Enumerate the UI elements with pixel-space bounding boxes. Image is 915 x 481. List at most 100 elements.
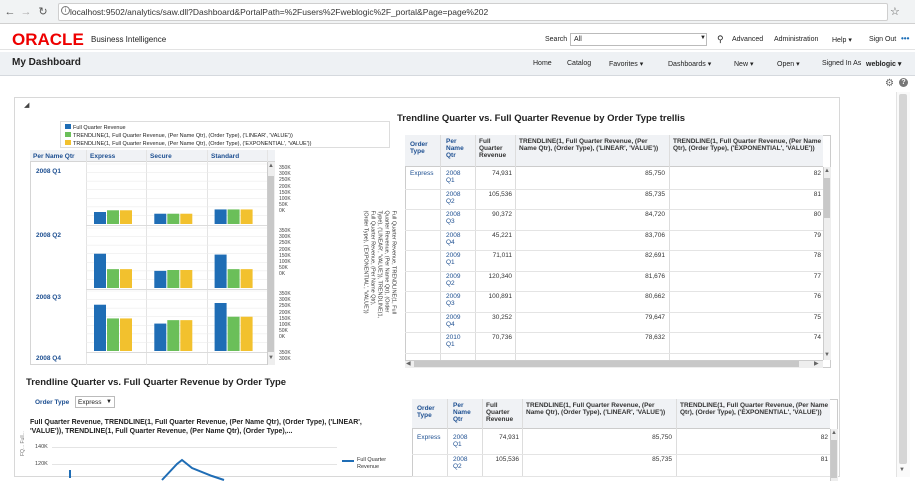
catalog-link[interactable]: Catalog xyxy=(567,60,591,67)
table2-header-qtr[interactable]: Per Name Qtr xyxy=(453,402,481,423)
dashboards-menu[interactable]: Dashboards ▾ xyxy=(668,60,711,68)
trellis-scroll-thumb[interactable] xyxy=(268,176,274,352)
back-icon[interactable]: ← xyxy=(4,5,16,19)
revenue-cell: 120,340 xyxy=(488,272,513,280)
administration-link[interactable]: Administration xyxy=(774,36,818,43)
favorites-menu[interactable]: Favorites ▾ xyxy=(609,60,643,68)
table2-header-order-type[interactable]: Order Type xyxy=(417,405,445,419)
bar[interactable] xyxy=(107,269,119,288)
star-icon[interactable]: ☆ xyxy=(890,5,900,18)
table1-vscroll-thumb[interactable] xyxy=(824,178,830,218)
search-icon[interactable]: ⚲ xyxy=(717,34,724,45)
table1-header-revenue[interactable]: Full Quarter Revenue xyxy=(479,138,514,159)
bar[interactable] xyxy=(180,270,193,288)
bar[interactable] xyxy=(240,209,253,224)
table2-header-revenue[interactable]: Full Quarter Revenue xyxy=(486,402,521,423)
bar[interactable] xyxy=(214,303,227,351)
linechart-section-title: Trendline Quarter vs. Full Quarter Reven… xyxy=(26,377,287,388)
bar[interactable] xyxy=(154,323,167,351)
bar[interactable] xyxy=(227,269,240,288)
help-icon[interactable]: ? xyxy=(899,78,908,87)
row-divider xyxy=(405,250,823,251)
bar[interactable] xyxy=(227,209,240,224)
advanced-link[interactable]: Advanced xyxy=(732,36,763,43)
bar[interactable] xyxy=(214,209,227,224)
collapse-arrow-icon[interactable]: ◢ xyxy=(24,101,29,109)
bar[interactable] xyxy=(107,318,119,351)
y-tick: 140K xyxy=(35,444,48,450)
bar[interactable] xyxy=(180,320,193,351)
bar[interactable] xyxy=(240,269,253,288)
exponential-cell: 78 xyxy=(813,252,821,259)
bar[interactable] xyxy=(120,210,132,224)
bar[interactable] xyxy=(214,254,227,288)
linear-cell: 83,706 xyxy=(645,231,665,239)
forward-icon[interactable]: → xyxy=(20,5,32,19)
info-icon[interactable]: i xyxy=(61,6,70,15)
col-divider xyxy=(669,135,670,360)
scroll-down-icon[interactable]: ▼ xyxy=(268,355,274,361)
legend-swatch xyxy=(342,460,354,462)
more-icon[interactable]: ••• xyxy=(901,34,909,43)
home-link[interactable]: Home xyxy=(533,60,552,67)
scroll-right-icon[interactable]: ▶ xyxy=(814,360,819,367)
row-divider xyxy=(405,188,823,190)
bar[interactable] xyxy=(227,316,240,351)
bar[interactable] xyxy=(120,269,132,288)
table1-header-exponential[interactable]: TRENDLINE(1, Full Quarter Revenue, (Per … xyxy=(673,138,823,164)
new-menu[interactable]: New ▾ xyxy=(734,60,753,68)
gear-icon[interactable]: ⚙ xyxy=(885,78,894,89)
sign-out-link[interactable]: Sign Out xyxy=(869,36,896,43)
table1-order-type-cell: Express xyxy=(410,170,434,177)
table1-header-linear[interactable]: TRENDLINE(1, Full Quarter Revenue, (Per … xyxy=(519,138,667,152)
search-scope-chevron-icon[interactable]: ▼ xyxy=(700,35,706,41)
bar[interactable] xyxy=(180,213,193,224)
axis-ticks-row4: 350K300K250K200K150K100K50K0K xyxy=(279,350,295,362)
row-divider xyxy=(405,311,823,313)
help-menu[interactable]: Help ▾ xyxy=(832,36,852,44)
linechart-plot xyxy=(69,458,225,481)
table1-header-qtr[interactable]: Per Name Qtr xyxy=(446,138,474,159)
table2-header-exponential[interactable]: TRENDLINE(1, Full Quarter Revenue, (Per … xyxy=(680,402,830,428)
y-axis-title: FQ... Full... xyxy=(20,431,26,456)
row-divider xyxy=(405,332,823,333)
revenue-cell: 74,931 xyxy=(499,434,519,441)
open-menu[interactable]: Open ▾ xyxy=(777,60,800,68)
bar[interactable] xyxy=(240,316,253,351)
y-tick: 120K xyxy=(35,461,48,467)
user-menu[interactable]: weblogic ▾ xyxy=(866,60,901,68)
scroll-up-icon[interactable]: ▲ xyxy=(268,163,274,169)
chevron-down-icon[interactable]: ▼ xyxy=(106,399,112,405)
bar[interactable] xyxy=(120,318,132,351)
scroll-up-icon[interactable]: ▲ xyxy=(824,168,830,174)
scroll-left-icon[interactable]: ◀ xyxy=(406,360,411,367)
page-scroll-thumb[interactable] xyxy=(899,94,907,464)
bar[interactable] xyxy=(94,304,106,351)
table2-header-linear[interactable]: TRENDLINE(1, Full Quarter Revenue, (Per … xyxy=(526,402,674,416)
scroll-down-icon[interactable]: ▼ xyxy=(824,352,830,358)
table2-vscroll-thumb[interactable] xyxy=(831,440,837,478)
bar[interactable] xyxy=(154,213,167,224)
scroll-down-icon[interactable]: ▼ xyxy=(899,467,905,473)
url-text[interactable]: localhost:9502/analytics/saw.dll?Dashboa… xyxy=(70,7,488,17)
signed-in-label: Signed In As xyxy=(822,60,862,67)
page-title: My Dashboard xyxy=(12,57,81,68)
bar[interactable] xyxy=(94,253,106,288)
column-header-express: Express xyxy=(90,153,116,160)
bar[interactable] xyxy=(94,212,106,224)
axis-tick: 300K xyxy=(279,356,291,362)
bar[interactable] xyxy=(154,270,167,288)
table1-header-order-type[interactable]: Order Type xyxy=(410,141,438,155)
axis-ticks-row3: 350K 300K 250K 200K 150K 100K 50K 0K xyxy=(279,291,295,341)
bar[interactable] xyxy=(167,270,180,288)
bar[interactable] xyxy=(167,320,180,351)
scroll-up-icon[interactable]: ▲ xyxy=(831,430,837,436)
search-scope-select[interactable] xyxy=(570,33,707,46)
bar[interactable] xyxy=(107,210,119,224)
revenue-cell: 45,221 xyxy=(492,231,512,239)
table1-hscroll-thumb[interactable] xyxy=(414,361,799,367)
reload-icon[interactable]: ↻ xyxy=(37,5,49,19)
qtr-cell: 2009 Q4 xyxy=(446,313,461,328)
qtr-cell: 2008 Q2 xyxy=(453,456,468,470)
bar[interactable] xyxy=(167,213,180,224)
